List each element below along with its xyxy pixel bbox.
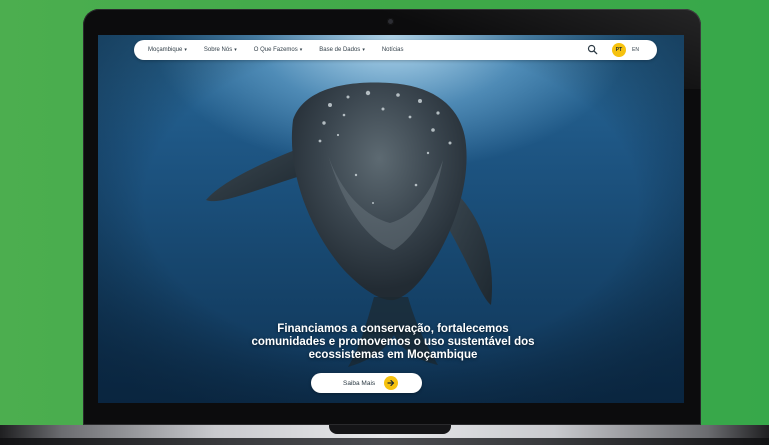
nav-item-label: Sobre Nós: [203, 47, 233, 53]
laptop-base-notch: [329, 425, 451, 434]
hero-headline-line: Financiamos a conservação, fortalecemos: [277, 323, 509, 335]
hero-headline: Financiamos a conservação, fortalecemos …: [218, 323, 568, 362]
search-icon[interactable]: [587, 44, 598, 55]
language-pt-button[interactable]: PT: [612, 43, 626, 57]
nav-item-mocambique[interactable]: Moçambique ▾: [148, 47, 187, 53]
top-navigation-bar: Moçambique ▾ Sobre Nós ▾ O Que Fazemos ▾…: [134, 40, 657, 60]
nav-item-label: Notícias: [381, 47, 404, 53]
nav-item-sobre-nos[interactable]: Sobre Nós ▾: [204, 47, 237, 53]
arrow-right-icon: [384, 376, 398, 390]
language-en-button[interactable]: EN: [632, 43, 639, 57]
saiba-mais-button[interactable]: Saiba Mais: [311, 373, 422, 393]
laptop-base-bottom: [0, 438, 769, 445]
hero-headline-line: ecossistemas em Moçambique: [308, 349, 478, 361]
cta-label: Saiba Mais: [343, 379, 376, 387]
chevron-down-icon: ▾: [234, 47, 237, 53]
nav-item-label: Moçambique: [148, 47, 183, 53]
nav-menu: Moçambique ▾ Sobre Nós ▾ O Que Fazemos ▾…: [148, 47, 421, 53]
chevron-down-icon: ▾: [362, 47, 365, 53]
hero-headline-line: comunidades e promovemos o uso sustentáv…: [251, 336, 535, 348]
chevron-down-icon: ▾: [299, 47, 303, 53]
nav-item-label: O Que Fazemos: [253, 47, 298, 53]
chevron-down-icon: ▾: [184, 47, 187, 53]
nav-item-o-que-fazemos[interactable]: O Que Fazemos ▾: [254, 47, 303, 53]
nav-item-noticias[interactable]: Notícias: [382, 47, 404, 53]
webcam: [387, 18, 394, 25]
nav-item-label: Base de Dados: [319, 47, 361, 53]
nav-item-base-de-dados[interactable]: Base de Dados ▾: [319, 47, 365, 53]
